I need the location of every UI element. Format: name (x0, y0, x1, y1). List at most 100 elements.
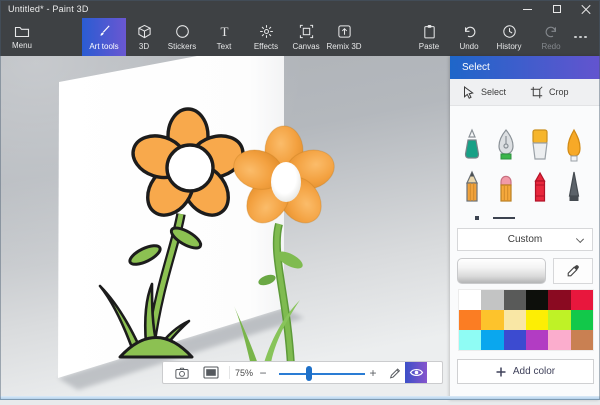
spray-can-tool[interactable] (560, 168, 588, 204)
more-dots-icon (574, 36, 577, 39)
crayon-tool[interactable] (526, 168, 554, 204)
custom-dropdown[interactable]: Custom (457, 228, 593, 251)
maximize-icon (553, 5, 561, 13)
canvas-3d-view[interactable] (0, 56, 450, 400)
select-button[interactable]: Select (463, 86, 506, 99)
minimize-button[interactable] (513, 0, 542, 18)
close-button[interactable] (571, 0, 600, 18)
svg-text:T: T (220, 24, 228, 39)
color-swatch[interactable] (571, 290, 593, 310)
widescreen-icon (203, 366, 219, 379)
color-swatch[interactable] (571, 310, 593, 330)
history-button[interactable]: History (487, 18, 531, 56)
effects-button[interactable]: Effects (246, 18, 286, 56)
fullscreen-view-button[interactable] (200, 362, 222, 383)
color-swatch[interactable] (526, 290, 548, 310)
brush-icon (96, 24, 112, 39)
color-swatch[interactable] (504, 330, 526, 350)
color-swatch[interactable] (481, 310, 503, 330)
text-button[interactable]: T Text (204, 18, 244, 56)
zoom-level-readout: 75% (233, 362, 255, 383)
stickers-label: Stickers (168, 42, 196, 51)
zoom-in-button[interactable]: + (365, 362, 381, 383)
scene (0, 56, 450, 400)
crop-button[interactable]: Crop (530, 86, 569, 99)
menu-label: Menu (12, 41, 32, 50)
text-label: Text (217, 42, 232, 51)
panel-title: Select (462, 62, 490, 73)
color-swatch[interactable] (548, 290, 570, 310)
close-icon (581, 4, 591, 14)
3d-label: 3D (139, 42, 149, 51)
calligraphy-pen-tool[interactable] (492, 126, 520, 162)
view-3d-toggle-button[interactable] (405, 362, 427, 383)
panel-header: Select (450, 56, 600, 79)
tools-row-1 (458, 126, 588, 162)
oil-brush-tool[interactable] (560, 126, 588, 162)
sticker-icon (175, 24, 190, 39)
panel-actions: Select Crop (450, 79, 600, 106)
canvas-label: Canvas (292, 42, 319, 51)
add-color-button[interactable]: Add color (457, 359, 594, 384)
color-swatch[interactable] (459, 290, 481, 310)
history-label: History (497, 42, 522, 51)
title-bar: Untitled* - Paint 3D (0, 0, 600, 18)
zoom-out-button[interactable]: − (255, 362, 271, 383)
color-swatch[interactable] (571, 330, 593, 350)
zoom-slider-track[interactable] (279, 373, 365, 375)
watercolor-brush-tool[interactable] (526, 126, 554, 162)
crop-icon (530, 86, 543, 99)
color-swatch[interactable] (504, 310, 526, 330)
pencil-icon (388, 366, 402, 380)
color-swatch[interactable] (526, 330, 548, 350)
pager-active-dash-icon[interactable] (493, 217, 515, 219)
color-swatch[interactable] (481, 290, 503, 310)
3d-button[interactable]: 3D (126, 18, 162, 56)
window-bottom-edge (0, 396, 600, 400)
screenshot-button[interactable] (171, 362, 193, 383)
view-control-bar: 75% − + (162, 361, 443, 384)
menu-folder-icon (14, 25, 30, 38)
paste-button[interactable]: Paste (409, 18, 449, 56)
eraser-icon (492, 170, 520, 204)
chevron-down-icon (576, 235, 584, 243)
pencil-tool[interactable] (458, 168, 486, 204)
color-swatch[interactable] (459, 310, 481, 330)
oil-brush-icon (560, 128, 588, 162)
current-color-preview (457, 258, 546, 284)
pager-dot-icon[interactable] (475, 216, 479, 220)
remix-3d-button[interactable]: Remix 3D (320, 18, 368, 56)
color-swatch[interactable] (548, 330, 570, 350)
effects-sparkle-icon (259, 24, 274, 39)
redo-button[interactable]: Redo (531, 18, 571, 56)
crop-label: Crop (549, 87, 569, 97)
eyedropper-button[interactable] (553, 258, 593, 284)
paste-clipboard-icon (422, 24, 437, 39)
art-tools-button[interactable]: Art tools (82, 18, 126, 56)
color-swatch[interactable] (481, 330, 503, 350)
side-panel: Select Select Crop (450, 56, 600, 400)
dropdown-value: Custom (508, 234, 542, 245)
canvas-icon (299, 24, 314, 39)
color-swatch[interactable] (459, 330, 481, 350)
color-swatch[interactable] (526, 310, 548, 330)
eyedropper-icon (566, 264, 580, 278)
cube-3d-icon (137, 24, 152, 39)
menu-button[interactable]: Menu (2, 18, 42, 56)
undo-button[interactable]: Undo (449, 18, 489, 56)
main-toolbar: Menu Art tools 3D Stickers T Text Effect… (0, 18, 600, 56)
tools-row-2 (458, 168, 588, 204)
marker-tool[interactable] (458, 126, 486, 162)
camera-icon (174, 366, 190, 380)
color-swatch[interactable] (504, 290, 526, 310)
more-options-button[interactable] (574, 18, 587, 56)
undo-label: Undo (459, 42, 478, 51)
zoom-slider-thumb[interactable] (306, 366, 312, 381)
edit-mode-button[interactable] (386, 362, 404, 383)
maximize-button[interactable] (542, 0, 571, 18)
eraser-tool[interactable] (492, 168, 520, 204)
stickers-button[interactable]: Stickers (160, 18, 204, 56)
calligraphy-pen-icon (492, 128, 520, 162)
art-tools-label: Art tools (89, 42, 118, 51)
color-swatch[interactable] (548, 310, 570, 330)
